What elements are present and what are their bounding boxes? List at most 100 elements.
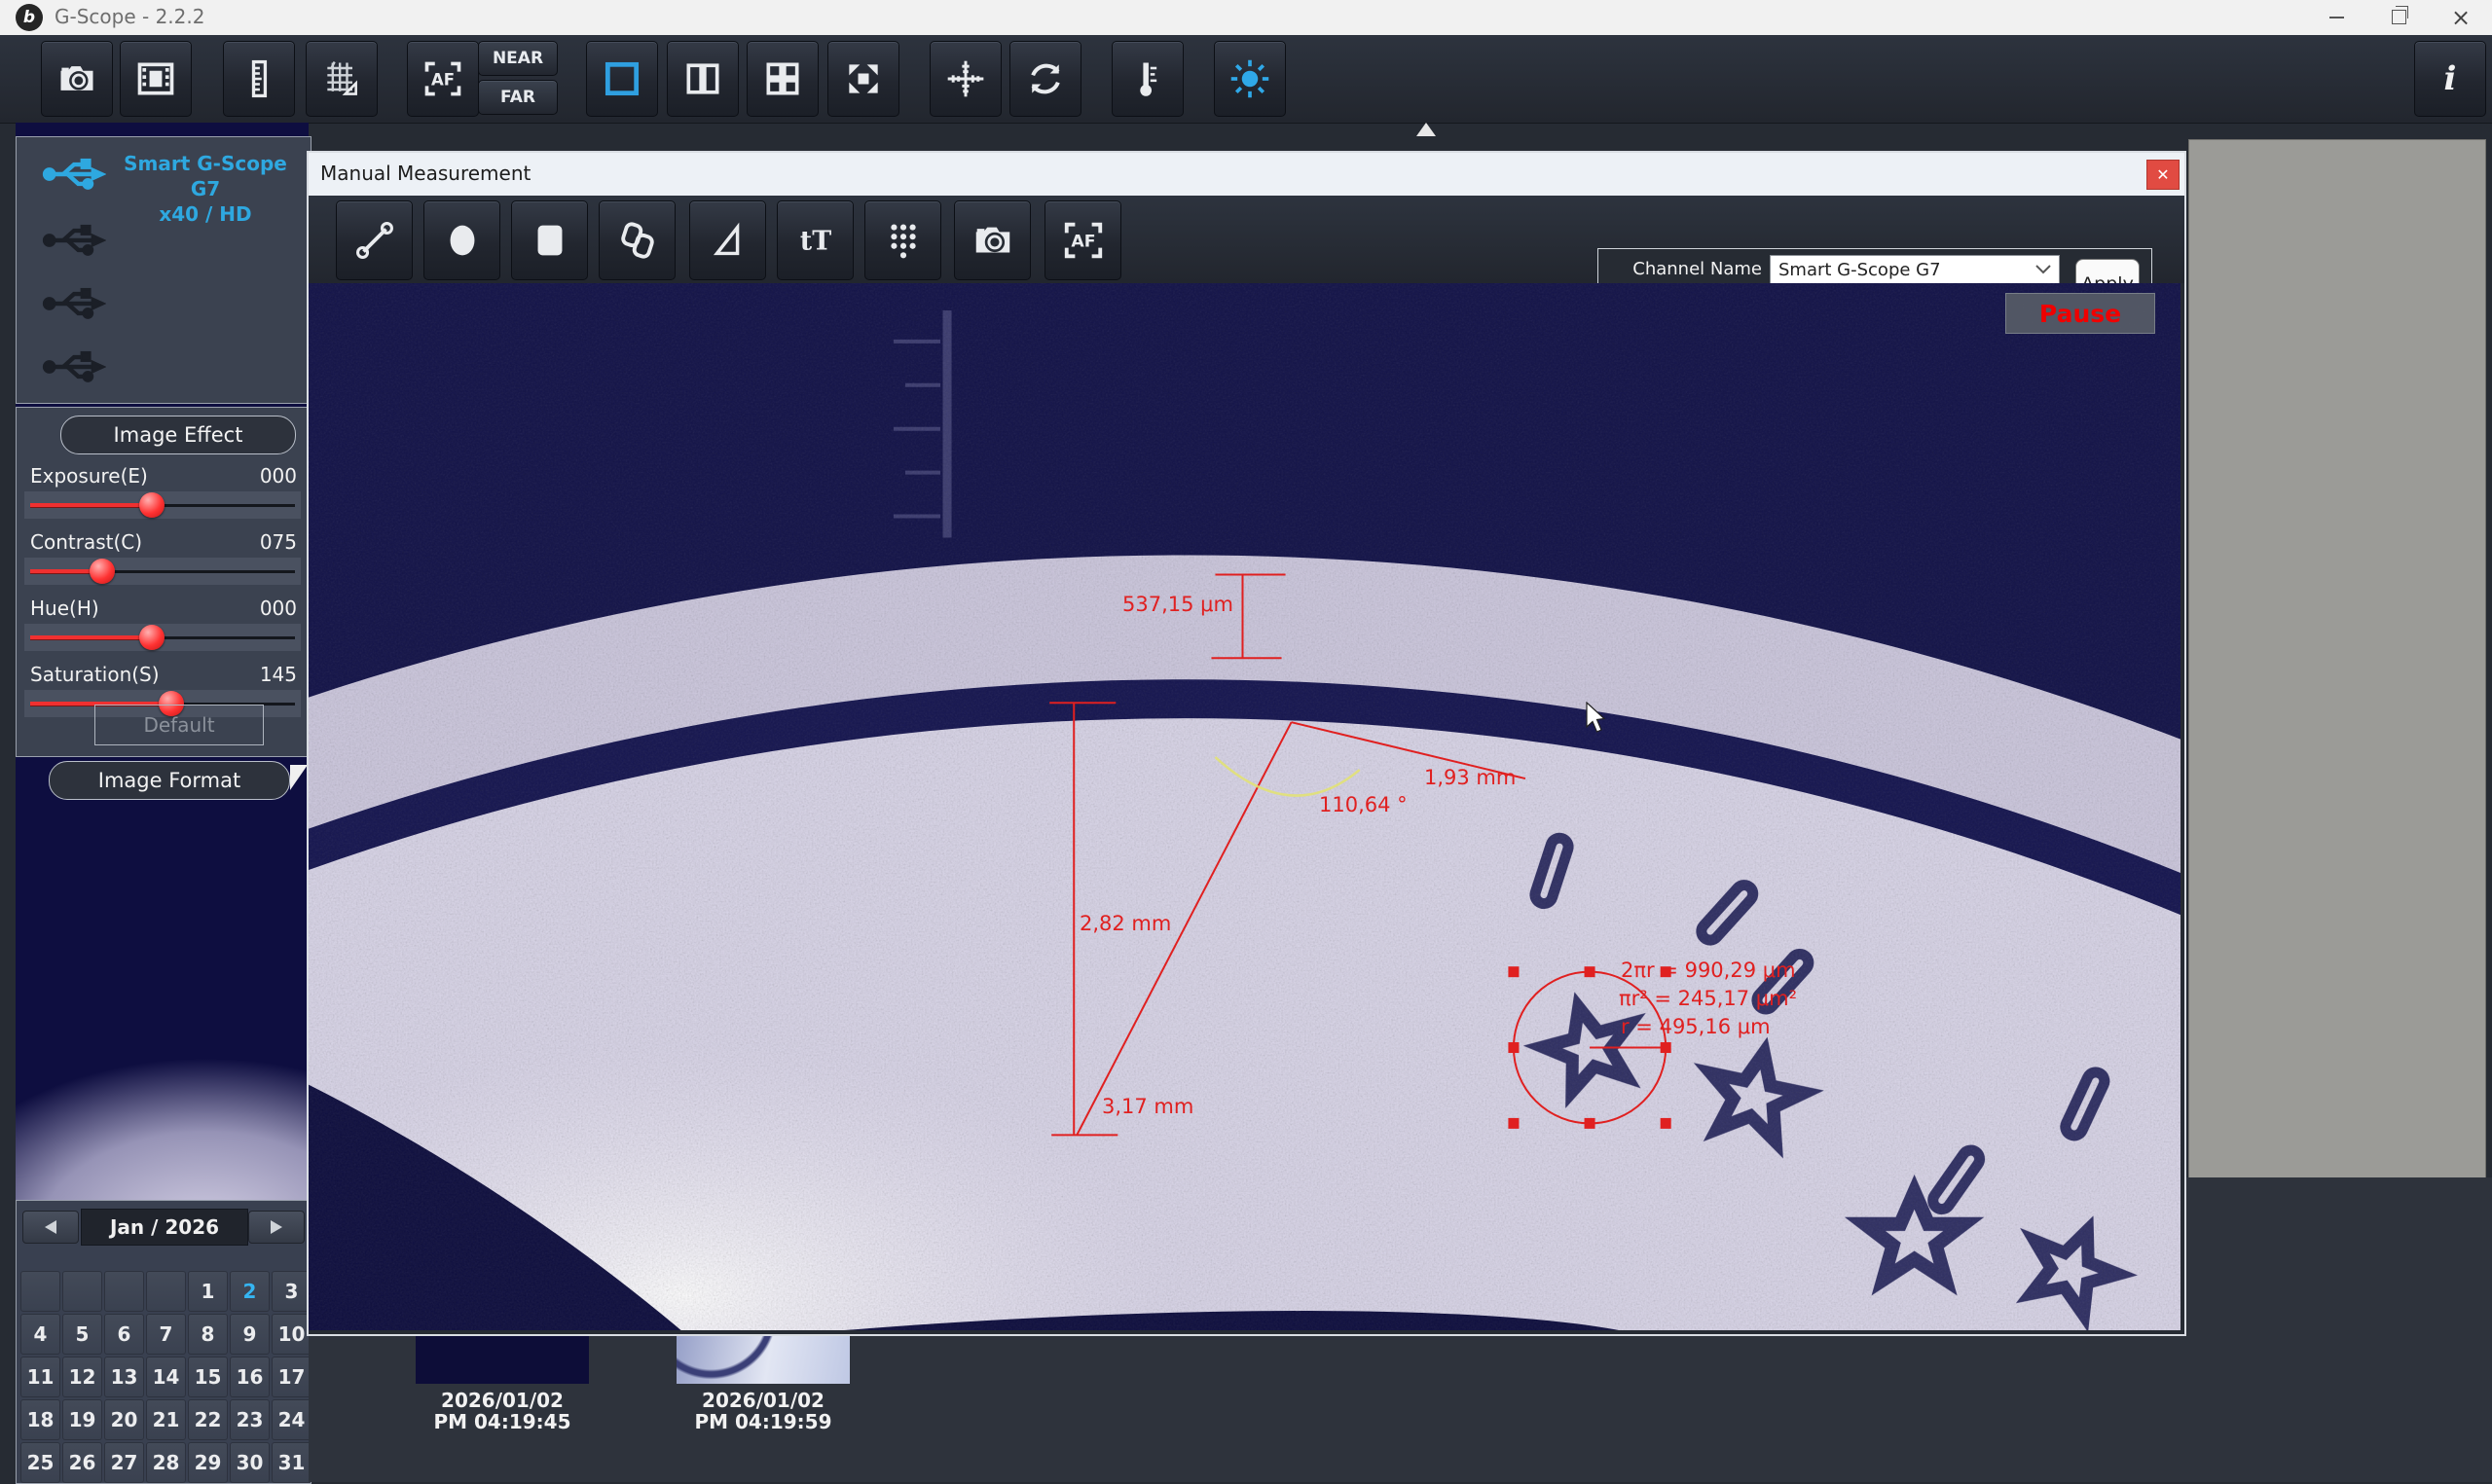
calendar-day[interactable]: 21 — [146, 1399, 186, 1440]
dialog-close-button[interactable]: ✕ — [2146, 160, 2180, 190]
measurement-circle-line3: r = 495,16 μm — [1621, 1015, 1771, 1038]
tool-autofocus-button[interactable]: AF — [1044, 200, 1121, 280]
rotate-button[interactable] — [1009, 41, 1081, 117]
measurement-overlay — [309, 283, 2180, 1330]
calendar-day[interactable]: 24 — [272, 1399, 312, 1440]
calendar-day[interactable]: 20 — [104, 1399, 144, 1440]
hue-slider[interactable] — [24, 624, 301, 651]
device-item-empty[interactable] — [17, 211, 311, 271]
hue-knob[interactable] — [139, 625, 165, 650]
device-item-empty[interactable] — [17, 338, 311, 398]
near-far-group: NEAR FAR — [483, 41, 553, 115]
info-button[interactable]: i — [2414, 41, 2486, 117]
calendar-day[interactable]: 5 — [62, 1314, 102, 1355]
info-icon: i — [2444, 59, 2457, 98]
calendar-day[interactable]: 17 — [272, 1357, 312, 1397]
calendar-day[interactable]: 3 — [272, 1271, 312, 1312]
contrast-knob[interactable] — [90, 559, 115, 584]
ruler-button[interactable] — [223, 41, 295, 117]
tool-angle-button[interactable] — [689, 200, 766, 280]
calendar-day[interactable]: 15 — [188, 1357, 228, 1397]
device-item-empty[interactable] — [17, 274, 311, 335]
exposure-label: Exposure(E) — [30, 464, 148, 488]
exposure-knob[interactable] — [139, 492, 165, 518]
calendar-day[interactable]: 2 — [230, 1271, 270, 1312]
view-quad-button[interactable] — [747, 41, 819, 117]
calendar-day[interactable]: 26 — [62, 1442, 102, 1483]
autofocus-button[interactable]: AF — [407, 41, 479, 117]
default-button[interactable]: Default — [94, 705, 264, 745]
calendar-day[interactable]: 23 — [230, 1399, 270, 1440]
tool-capture-button[interactable] — [954, 200, 1031, 280]
image-format-button[interactable]: Image Format — [49, 761, 290, 800]
near-button[interactable]: NEAR — [478, 41, 558, 76]
tool-text-button[interactable]: tT — [777, 200, 854, 280]
measurement-thickness-label: 537,15 μm — [1122, 593, 1233, 616]
calendar-day[interactable]: 19 — [62, 1399, 102, 1440]
tool-clone-button[interactable] — [599, 200, 676, 280]
view-dual-button[interactable] — [667, 41, 739, 117]
calendar-day[interactable]: 12 — [62, 1357, 102, 1397]
thermometer-button[interactable] — [1112, 41, 1184, 117]
calendar-day[interactable]: 9 — [230, 1314, 270, 1355]
calendar-day[interactable]: 10 — [272, 1314, 312, 1355]
calendar-month-label[interactable]: Jan / 2026 — [81, 1209, 248, 1246]
device-item-active[interactable]: Smart G-Scope G7 x40 / HD — [17, 145, 311, 205]
usb-icon — [42, 345, 106, 388]
minimize-button[interactable] — [2305, 0, 2367, 34]
tool-line-button[interactable] — [336, 200, 413, 280]
view-single-button[interactable] — [586, 41, 658, 117]
calendar-day[interactable] — [62, 1271, 102, 1312]
fullscreen-button[interactable] — [827, 41, 899, 117]
pause-button[interactable]: Pause — [2005, 293, 2155, 334]
restore-button[interactable] — [2367, 0, 2430, 34]
calendar-day[interactable] — [20, 1271, 60, 1312]
calendar-day[interactable]: 16 — [230, 1357, 270, 1397]
calendar-day[interactable]: 1 — [188, 1271, 228, 1312]
calendar-day[interactable]: 29 — [188, 1442, 228, 1483]
measurement-segment-label: 1,93 mm — [1424, 766, 1516, 789]
calendar-day[interactable]: 31 — [272, 1442, 312, 1483]
calendar-day[interactable] — [146, 1271, 186, 1312]
app-logo: b — [16, 4, 43, 31]
tool-dotgrid-button[interactable] — [864, 200, 941, 280]
calendar-day[interactable]: 14 — [146, 1357, 186, 1397]
capture-photo-button[interactable] — [41, 41, 113, 117]
record-video-button[interactable] — [120, 41, 192, 117]
image-effect-header[interactable]: Image Effect — [60, 416, 296, 454]
tool-ellipse-button[interactable] — [423, 200, 500, 280]
exposure-slider[interactable] — [24, 491, 301, 519]
calendar-day[interactable]: 30 — [230, 1442, 270, 1483]
calendar-day[interactable]: 6 — [104, 1314, 144, 1355]
calendar-day[interactable]: 13 — [104, 1357, 144, 1397]
svg-text:AF: AF — [431, 70, 455, 89]
calendar-day[interactable]: 8 — [188, 1314, 228, 1355]
calendar-day[interactable]: 7 — [146, 1314, 186, 1355]
calendar-next-button[interactable] — [248, 1211, 305, 1244]
far-button[interactable]: FAR — [478, 80, 558, 115]
dialog-collapse-marker[interactable] — [1416, 123, 1436, 136]
measure-grid-button[interactable] — [306, 41, 378, 117]
calendar-day[interactable] — [104, 1271, 144, 1312]
calendar-day[interactable]: 25 — [20, 1442, 60, 1483]
contrast-slider[interactable] — [24, 558, 301, 585]
line-measure-icon — [352, 218, 397, 263]
crosshair-button[interactable] — [930, 41, 1002, 117]
saturation-label: Saturation(S) — [30, 663, 160, 686]
calendar-day[interactable]: 18 — [20, 1399, 60, 1440]
calendar-day[interactable]: 11 — [20, 1357, 60, 1397]
close-button[interactable]: × — [2430, 0, 2492, 34]
calendar-day[interactable]: 27 — [104, 1442, 144, 1483]
expand-icon — [842, 57, 885, 100]
dialog-titlebar[interactable]: Manual Measurement ✕ — [309, 153, 2184, 196]
measurement-image-area[interactable]: 537,15 μm 2,82 mm 3,17 mm 1,93 mm 110,64… — [309, 283, 2180, 1330]
brightness-icon — [1228, 57, 1271, 100]
calendar-prev-button[interactable] — [22, 1211, 79, 1244]
calendar-day[interactable]: 4 — [20, 1314, 60, 1355]
tool-rectangle-button[interactable] — [511, 200, 588, 280]
channel-select[interactable]: Smart G-Scope G7 — [1770, 255, 2060, 284]
calendar-day[interactable]: 22 — [188, 1399, 228, 1440]
brightness-button[interactable] — [1214, 41, 1286, 117]
measurement-angle-label: 110,64 ° — [1319, 793, 1408, 816]
calendar-day[interactable]: 28 — [146, 1442, 186, 1483]
